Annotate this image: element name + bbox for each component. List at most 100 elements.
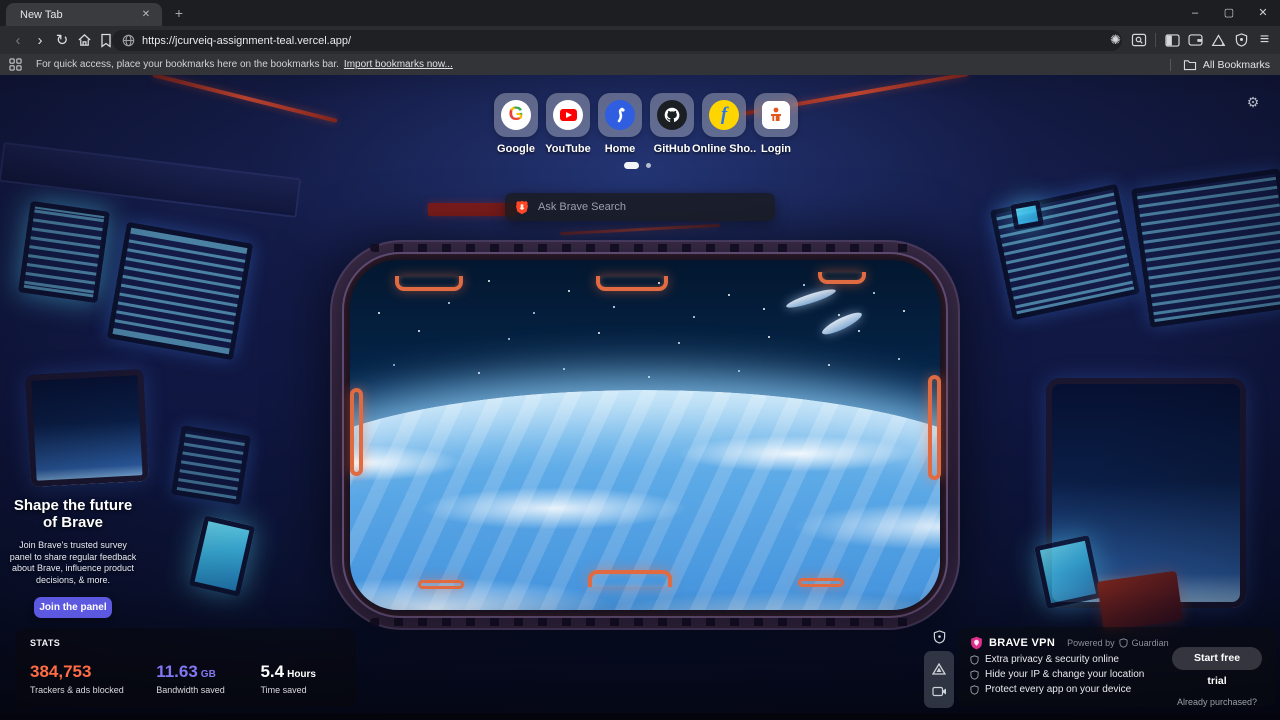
brave-rewards-icon[interactable] xyxy=(1209,31,1228,50)
shortcut-home[interactable]: Home xyxy=(596,93,644,155)
stat-unit: GB xyxy=(200,669,216,680)
bookmarks-divider xyxy=(1169,58,1171,71)
globe-icon xyxy=(122,34,135,47)
main-porthole xyxy=(330,240,960,630)
vpn-feature: Extra privacy & security online xyxy=(985,654,1119,665)
porthole-glass xyxy=(350,260,940,610)
widget-carousel-dots xyxy=(624,162,651,169)
shortcut-github[interactable]: GitHub xyxy=(648,93,696,155)
search-input[interactable] xyxy=(538,201,758,213)
vpn-feature: Protect every app on your device xyxy=(985,684,1132,695)
youtube-logo-icon xyxy=(553,100,583,130)
carousel-dot[interactable] xyxy=(646,163,651,168)
maximize-button[interactable]: ▢ xyxy=(1212,0,1246,26)
vpn-rail-shield-icon[interactable] xyxy=(924,627,954,647)
window-handle xyxy=(418,580,464,589)
menu-icon[interactable]: ≡ xyxy=(1255,31,1274,50)
shortcut-label: Login xyxy=(761,143,791,155)
shortcut-tile: G xyxy=(494,93,538,137)
home-site-logo-icon xyxy=(605,100,635,130)
already-purchased-link[interactable]: Already purchased? xyxy=(1172,697,1262,707)
leo-ai-icon[interactable]: ✺ xyxy=(1106,31,1125,50)
stat-bandwidth: 11.63 GB Bandwidth saved xyxy=(156,662,234,695)
stat-time: 5.4 Hours Time saved xyxy=(260,662,316,695)
google-logo-icon: G xyxy=(501,100,531,130)
back-button[interactable]: ‹ xyxy=(8,30,28,50)
home-button[interactable] xyxy=(74,30,94,50)
url-bar[interactable] xyxy=(112,30,1122,51)
new-tab-button[interactable]: + xyxy=(170,5,188,23)
vpn-shield-icon xyxy=(971,636,982,650)
brave-vpn-widget: BRAVE VPN Powered by Guardian Extra priv… xyxy=(958,627,1276,707)
stars xyxy=(358,272,360,274)
stats-widget: STATS 384,753 Trackers & ads blocked 11.… xyxy=(16,628,356,707)
window-handle xyxy=(818,272,866,284)
search-tabs-icon[interactable] xyxy=(1129,31,1148,50)
sidebar-toggle-icon[interactable] xyxy=(1163,31,1182,50)
stat-value: 384,753 xyxy=(30,662,92,681)
tab-new-tab[interactable]: New Tab ✕ xyxy=(6,3,162,26)
carousel-dot-active[interactable] xyxy=(624,162,639,169)
forward-button[interactable]: › xyxy=(30,30,50,50)
stat-trackers: 384,753 Trackers & ads blocked xyxy=(30,662,130,695)
console-screen xyxy=(1130,168,1280,328)
red-panel xyxy=(428,203,516,216)
feature-shield-icon xyxy=(970,654,979,665)
brave-lion-icon xyxy=(515,200,529,214)
top-sites-shortcuts: G Google YouTube Home GitHub f Online Sh… xyxy=(492,93,800,155)
vpn-provider: Guardian xyxy=(1131,638,1169,648)
customize-dashboard-icon[interactable]: ⚙ xyxy=(1244,94,1262,112)
feature-shield-icon xyxy=(970,684,979,695)
github-logo-icon xyxy=(657,100,687,130)
url-input[interactable] xyxy=(142,34,1042,47)
stat-label: Time saved xyxy=(260,685,307,695)
brave-survey-panel: Shape the future of Brave Join Brave's t… xyxy=(8,497,138,618)
all-bookmarks-area[interactable]: All Bookmarks xyxy=(1169,58,1270,71)
window-handle xyxy=(798,578,844,587)
toolbar-divider xyxy=(1155,33,1156,47)
shortcut-label: Google xyxy=(497,143,535,155)
folder-icon xyxy=(1183,59,1196,70)
vpn-powered-by: Powered by xyxy=(1067,638,1115,648)
import-bookmarks-link[interactable]: Import bookmarks now... xyxy=(344,59,453,70)
google-g: G xyxy=(508,104,524,125)
console-screen xyxy=(106,221,254,361)
shortcut-online-shopping[interactable]: f Online Sho... xyxy=(692,93,756,155)
shortcut-google[interactable]: G Google xyxy=(492,93,540,155)
rivet-strip xyxy=(370,618,920,626)
console-screen xyxy=(188,515,256,597)
flipkart-f: f xyxy=(720,104,728,125)
brave-shields-icon[interactable] xyxy=(1232,31,1251,50)
rewards-triangle-icon[interactable] xyxy=(932,662,946,675)
close-window-button[interactable]: ✕ xyxy=(1246,0,1280,26)
bookmarks-hint-text: For quick access, place your bookmarks h… xyxy=(36,59,339,70)
brave-search-box[interactable] xyxy=(505,193,775,221)
wallet-icon[interactable] xyxy=(1186,31,1205,50)
minimize-button[interactable]: – xyxy=(1178,0,1212,26)
window-handle xyxy=(395,276,463,291)
guardian-shield-icon xyxy=(1119,638,1128,648)
tab-title: New Tab xyxy=(20,8,63,21)
vpn-title: BRAVE VPN xyxy=(989,637,1056,649)
red-pipe xyxy=(152,73,338,123)
shortcut-youtube[interactable]: YouTube xyxy=(544,93,592,155)
tab-close-icon[interactable]: ✕ xyxy=(138,7,154,23)
start-free-trial-button[interactable]: Start free trial xyxy=(1172,647,1262,687)
console-panel xyxy=(1096,570,1184,632)
join-panel-button[interactable]: Join the panel xyxy=(34,596,112,618)
survey-body: Join Brave's trusted survey panel to sha… xyxy=(9,540,137,586)
survey-title: Shape the future of Brave xyxy=(13,497,133,531)
shortcut-login[interactable]: Login xyxy=(752,93,800,155)
stat-value: 11.63 xyxy=(156,662,198,681)
console-screen xyxy=(17,200,111,304)
tab-bar: New Tab ✕ + – ▢ ✕ xyxy=(0,0,1280,26)
shortcut-label: GitHub xyxy=(653,143,691,155)
spaceship xyxy=(819,308,865,339)
vpn-feature: Hide your IP & change your location xyxy=(985,669,1145,680)
feature-shield-icon xyxy=(970,669,979,680)
all-bookmarks-label: All Bookmarks xyxy=(1202,58,1270,71)
reload-button[interactable]: ↻ xyxy=(52,30,72,50)
shortcut-tile xyxy=(598,93,642,137)
apps-grid-icon[interactable] xyxy=(9,58,22,71)
talk-camera-icon[interactable] xyxy=(931,686,947,697)
